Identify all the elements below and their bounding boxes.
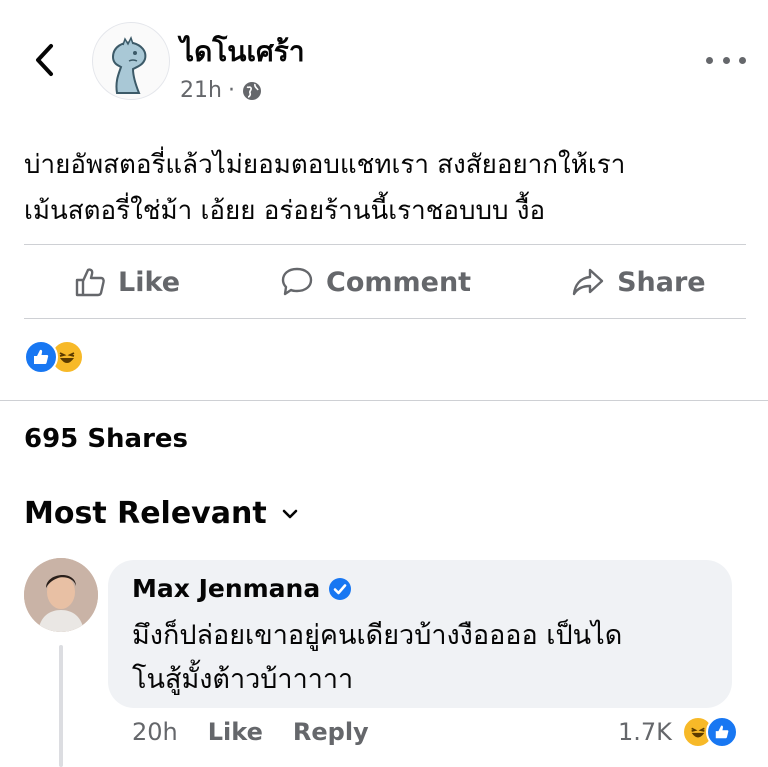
avatar-photo [24,558,98,632]
globe-icon [242,81,261,100]
divider [24,244,746,245]
comment-button[interactable]: Comment [230,266,521,298]
comment-sort-dropdown[interactable]: Most Relevant [24,496,299,531]
more-options-button[interactable] [706,50,746,70]
divider [24,318,746,319]
share-button[interactable]: Share [521,266,748,298]
comment-reaction-count: 1.7K [618,718,672,746]
comment-reply-button[interactable]: Reply [293,718,369,746]
more-dots-icon [706,56,713,64]
post-text-line-1: บ่ายอัพสตอรี่แล้วไม่ยอมตอบแชทเรา สงสัยอย… [24,150,626,180]
back-button[interactable] [26,38,62,82]
comment-footer: 20h Like Reply [132,718,369,746]
comment-text-line-1: มึงก็ปล่อยเขาอยู่คนเดียวบ้างงืออออ เป็นไ… [132,620,623,651]
post-actions-bar: Like Comment Share [24,246,746,318]
comment-like-button[interactable]: Like [208,718,263,746]
like-label: Like [118,266,181,298]
sort-label: Most Relevant [24,496,267,531]
speech-bubble-icon [281,267,313,296]
thumbs-up-icon [75,268,105,297]
like-button[interactable]: Like [24,266,230,298]
shares-count[interactable]: 695 Shares [24,424,188,454]
comment-time[interactable]: 20h [132,718,178,746]
meta-separator: · [227,78,235,103]
post-time[interactable]: 21h [180,78,222,103]
reactions-summary[interactable] [24,340,84,374]
comment-label: Comment [326,266,472,298]
post-text-line-2: เม้นสตอรี่ใช่ม้า เอ้ยย อร่อยร้านนี้เราชอ… [24,196,546,226]
commenter-avatar[interactable] [24,558,98,632]
verified-badge-icon [329,577,352,600]
page-avatar[interactable] [92,22,170,100]
like-reaction-icon [24,340,58,374]
dino-avatar-illustration [111,36,147,94]
section-divider [0,400,768,401]
chevron-left-icon [36,44,53,76]
comment-text: มึงก็ปล่อยเขาอยู่คนเดียวบ้างงืออออ เป็นไ… [132,614,722,702]
comment-reactions[interactable]: 1.7K [618,716,738,748]
chevron-down-icon [282,509,297,518]
post-text: บ่ายอัพสตอรี่แล้วไม่ยอมตอบแชทเรา สงสัยอย… [24,142,744,234]
comment-author-name: Max Jenmana [132,574,321,603]
share-label: Share [617,266,706,298]
share-arrow-icon [572,268,604,296]
page-name[interactable]: ไดโนเศร้า [180,30,305,74]
like-reaction-icon [705,716,738,748]
comment-author[interactable]: Max Jenmana [132,574,352,603]
post-meta: 21h · [180,78,263,103]
comment-text-line-2: โนสู้มั้งต้าวบ้าาาาา [132,664,354,695]
thread-line [59,645,63,767]
